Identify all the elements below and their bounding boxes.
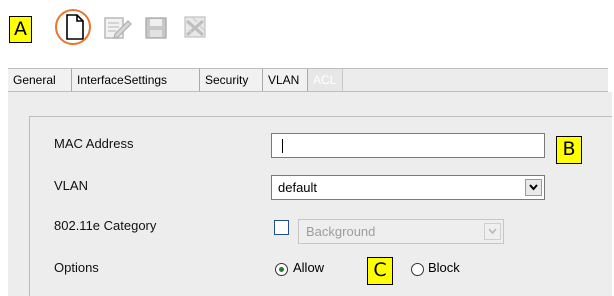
allow-radio[interactable]	[275, 263, 288, 276]
edit-button[interactable]	[98, 10, 134, 44]
callout-c: C	[367, 257, 393, 285]
category-checkbox[interactable]	[274, 220, 289, 235]
category-selected-value: Background	[306, 224, 376, 239]
vlan-selected-value: default	[278, 180, 318, 195]
callout-a: A	[9, 16, 32, 43]
callout-b: B	[556, 136, 582, 164]
chevron-down-icon	[529, 184, 538, 191]
block-label[interactable]: Block	[428, 260, 460, 275]
mac-address-input[interactable]	[271, 133, 545, 158]
vlan-dropdown-button[interactable]	[525, 179, 542, 196]
chevron-down-icon	[488, 228, 497, 235]
save-icon	[145, 17, 167, 39]
category-label: 802.11e Category	[54, 218, 157, 233]
radio-selected-dot	[279, 267, 284, 272]
new-document-button[interactable]	[55, 9, 93, 45]
category-select: Background	[298, 219, 504, 244]
delete-icon	[184, 16, 206, 38]
text-caret	[282, 139, 283, 153]
tab-bar: General InterfaceSettings Security VLAN …	[8, 68, 608, 92]
highlight-ring	[55, 9, 91, 45]
category-dropdown-button	[484, 223, 501, 240]
tab-vlan[interactable]: VLAN	[263, 69, 308, 91]
edit-icon	[104, 17, 132, 39]
tab-interface-settings[interactable]: InterfaceSettings	[72, 69, 200, 91]
save-button[interactable]	[138, 10, 174, 44]
allow-label[interactable]: Allow	[293, 260, 324, 275]
tab-general[interactable]: General	[8, 69, 72, 91]
vlan-select[interactable]: default	[271, 175, 545, 200]
tab-acl[interactable]: ACL	[308, 69, 343, 91]
tab-security[interactable]: Security	[200, 69, 263, 91]
block-radio[interactable]	[411, 263, 424, 276]
options-label: Options	[54, 260, 99, 275]
mac-address-label: MAC Address	[54, 136, 134, 151]
delete-button[interactable]	[178, 10, 214, 44]
vlan-label: VLAN	[54, 178, 88, 193]
